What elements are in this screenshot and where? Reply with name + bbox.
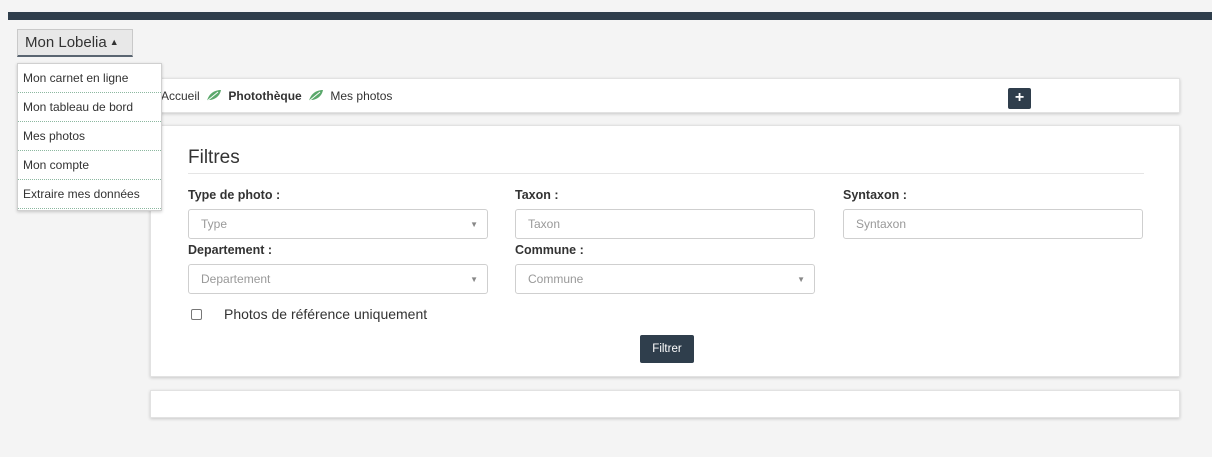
menu-item-compte[interactable]: Mon compte [18,151,161,180]
type-select[interactable]: Type ▼ [188,209,488,239]
filters-panel: Filtres Type de photo : Type ▼ Taxon : T… [150,125,1180,377]
taxon-label: Taxon : [515,188,559,202]
departement-label: Departement : [188,243,273,257]
taxon-input[interactable]: Taxon [515,209,815,239]
taxon-placeholder: Taxon [528,217,561,231]
breadcrumb-home[interactable]: Accueil [161,89,200,103]
filters-title: Filtres [188,147,240,168]
menu-item-tableau[interactable]: Mon tableau de bord [18,93,161,122]
syntaxon-placeholder: Syntaxon [856,217,907,231]
caret-up-icon: ▲ [109,37,119,47]
departement-select-value: Departement [201,272,271,286]
leaf-icon [206,90,222,102]
user-menu-button[interactable]: Mon Lobelia ▲ [17,29,133,57]
syntaxon-label: Syntaxon : [843,188,907,202]
type-select-value: Type [201,217,228,231]
divider [188,173,1144,174]
user-menu-label: Mon Lobelia [25,34,107,51]
leaf-icon [308,90,324,102]
results-panel [150,390,1180,418]
chevron-down-icon: ▼ [470,220,478,229]
breadcrumb-phototheque[interactable]: Photothèque [228,89,301,103]
menu-item-carnet[interactable]: Mon carnet en ligne [18,64,161,93]
filter-button[interactable]: Filtrer [640,335,694,363]
chevron-down-icon: ▼ [470,275,478,284]
commune-select-value: Commune [528,272,584,286]
reference-only-checkbox[interactable] [191,309,202,320]
menu-item-extraire[interactable]: Extraire mes données [18,180,161,209]
add-button[interactable]: + [1008,88,1031,109]
syntaxon-input[interactable]: Syntaxon [843,209,1143,239]
commune-select[interactable]: Commune ▼ [515,264,815,294]
breadcrumb: Accueil Photothèque Mes photos [161,89,392,103]
breadcrumb-current: Mes photos [330,89,393,103]
commune-label: Commune : [515,243,584,257]
chevron-down-icon: ▼ [797,275,805,284]
reference-only-label: Photos de référence uniquement [224,306,428,322]
menu-item-photos[interactable]: Mes photos [18,122,161,151]
type-label: Type de photo : [188,188,281,202]
user-menu-dropdown: Mon carnet en ligne Mon tableau de bord … [17,63,162,211]
top-bar [8,12,1212,20]
departement-select[interactable]: Departement ▼ [188,264,488,294]
